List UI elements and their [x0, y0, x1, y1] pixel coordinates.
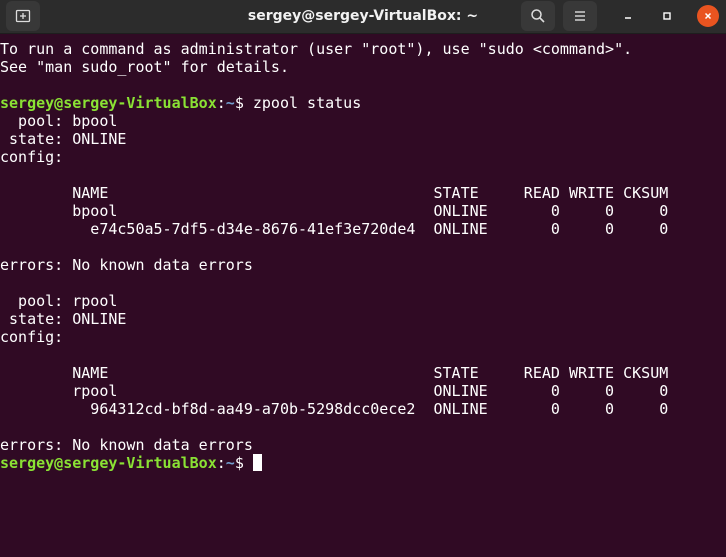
pool-errors-line: errors: No known data errors [0, 256, 253, 274]
maximize-button[interactable] [656, 5, 678, 27]
new-tab-icon [15, 9, 31, 23]
prompt-symbol: $ [234, 454, 244, 472]
close-icon [704, 12, 712, 20]
pool-table-header: NAME STATE READ WRITE CKSUM [0, 184, 669, 202]
title-bar: sergey@sergey-VirtualBox: ~ [0, 0, 726, 34]
intro-line: To run a command as administrator (user … [0, 40, 633, 58]
pool-state-line: state: ONLINE [0, 130, 127, 148]
text-cursor [252, 454, 262, 471]
pool-errors-line: errors: No known data errors [0, 436, 253, 454]
menu-button[interactable] [563, 1, 597, 31]
pool-config-line: config: [0, 328, 64, 346]
pool-state-line: state: ONLINE [0, 310, 127, 328]
search-icon [531, 9, 545, 23]
minimize-icon [625, 17, 631, 19]
command-line: sergey@sergey-VirtualBox:~$ zpool status [0, 94, 726, 112]
pool-table-row: rpool ONLINE 0 0 0 [0, 382, 669, 400]
intro-line: See "man sudo_root" for details. [0, 58, 289, 76]
command-text: zpool status [243, 94, 362, 112]
prompt-separator: : [216, 94, 226, 112]
hamburger-menu-icon [575, 11, 585, 21]
pool-table-row: e74c50a5-7df5-d34e-8676-41ef3e720de4 ONL… [0, 220, 669, 238]
prompt-path: ~ [225, 454, 235, 472]
maximize-icon [663, 12, 671, 20]
pool-table-row: 964312cd-bf8d-aa49-a70b-5298dcc0ece2 ONL… [0, 400, 669, 418]
prompt-user: sergey@sergey-VirtualBox [0, 454, 217, 472]
prompt-separator: : [216, 454, 226, 472]
prompt-symbol: $ [234, 94, 244, 112]
pool-name-line: pool: rpool [0, 292, 118, 310]
pool-name-line: pool: bpool [0, 112, 118, 130]
terminal-output[interactable]: To run a command as administrator (user … [0, 33, 726, 557]
active-prompt-line[interactable]: sergey@sergey-VirtualBox:~$ [0, 454, 726, 472]
search-button[interactable] [521, 1, 555, 31]
prompt-user: sergey@sergey-VirtualBox [0, 94, 217, 112]
prompt-path: ~ [225, 94, 235, 112]
minimize-button[interactable] [617, 5, 639, 27]
new-tab-button[interactable] [6, 1, 40, 31]
pool-config-line: config: [0, 148, 64, 166]
pool-table-row: bpool ONLINE 0 0 0 [0, 202, 669, 220]
pool-table-header: NAME STATE READ WRITE CKSUM [0, 364, 669, 382]
close-button[interactable] [697, 5, 719, 27]
